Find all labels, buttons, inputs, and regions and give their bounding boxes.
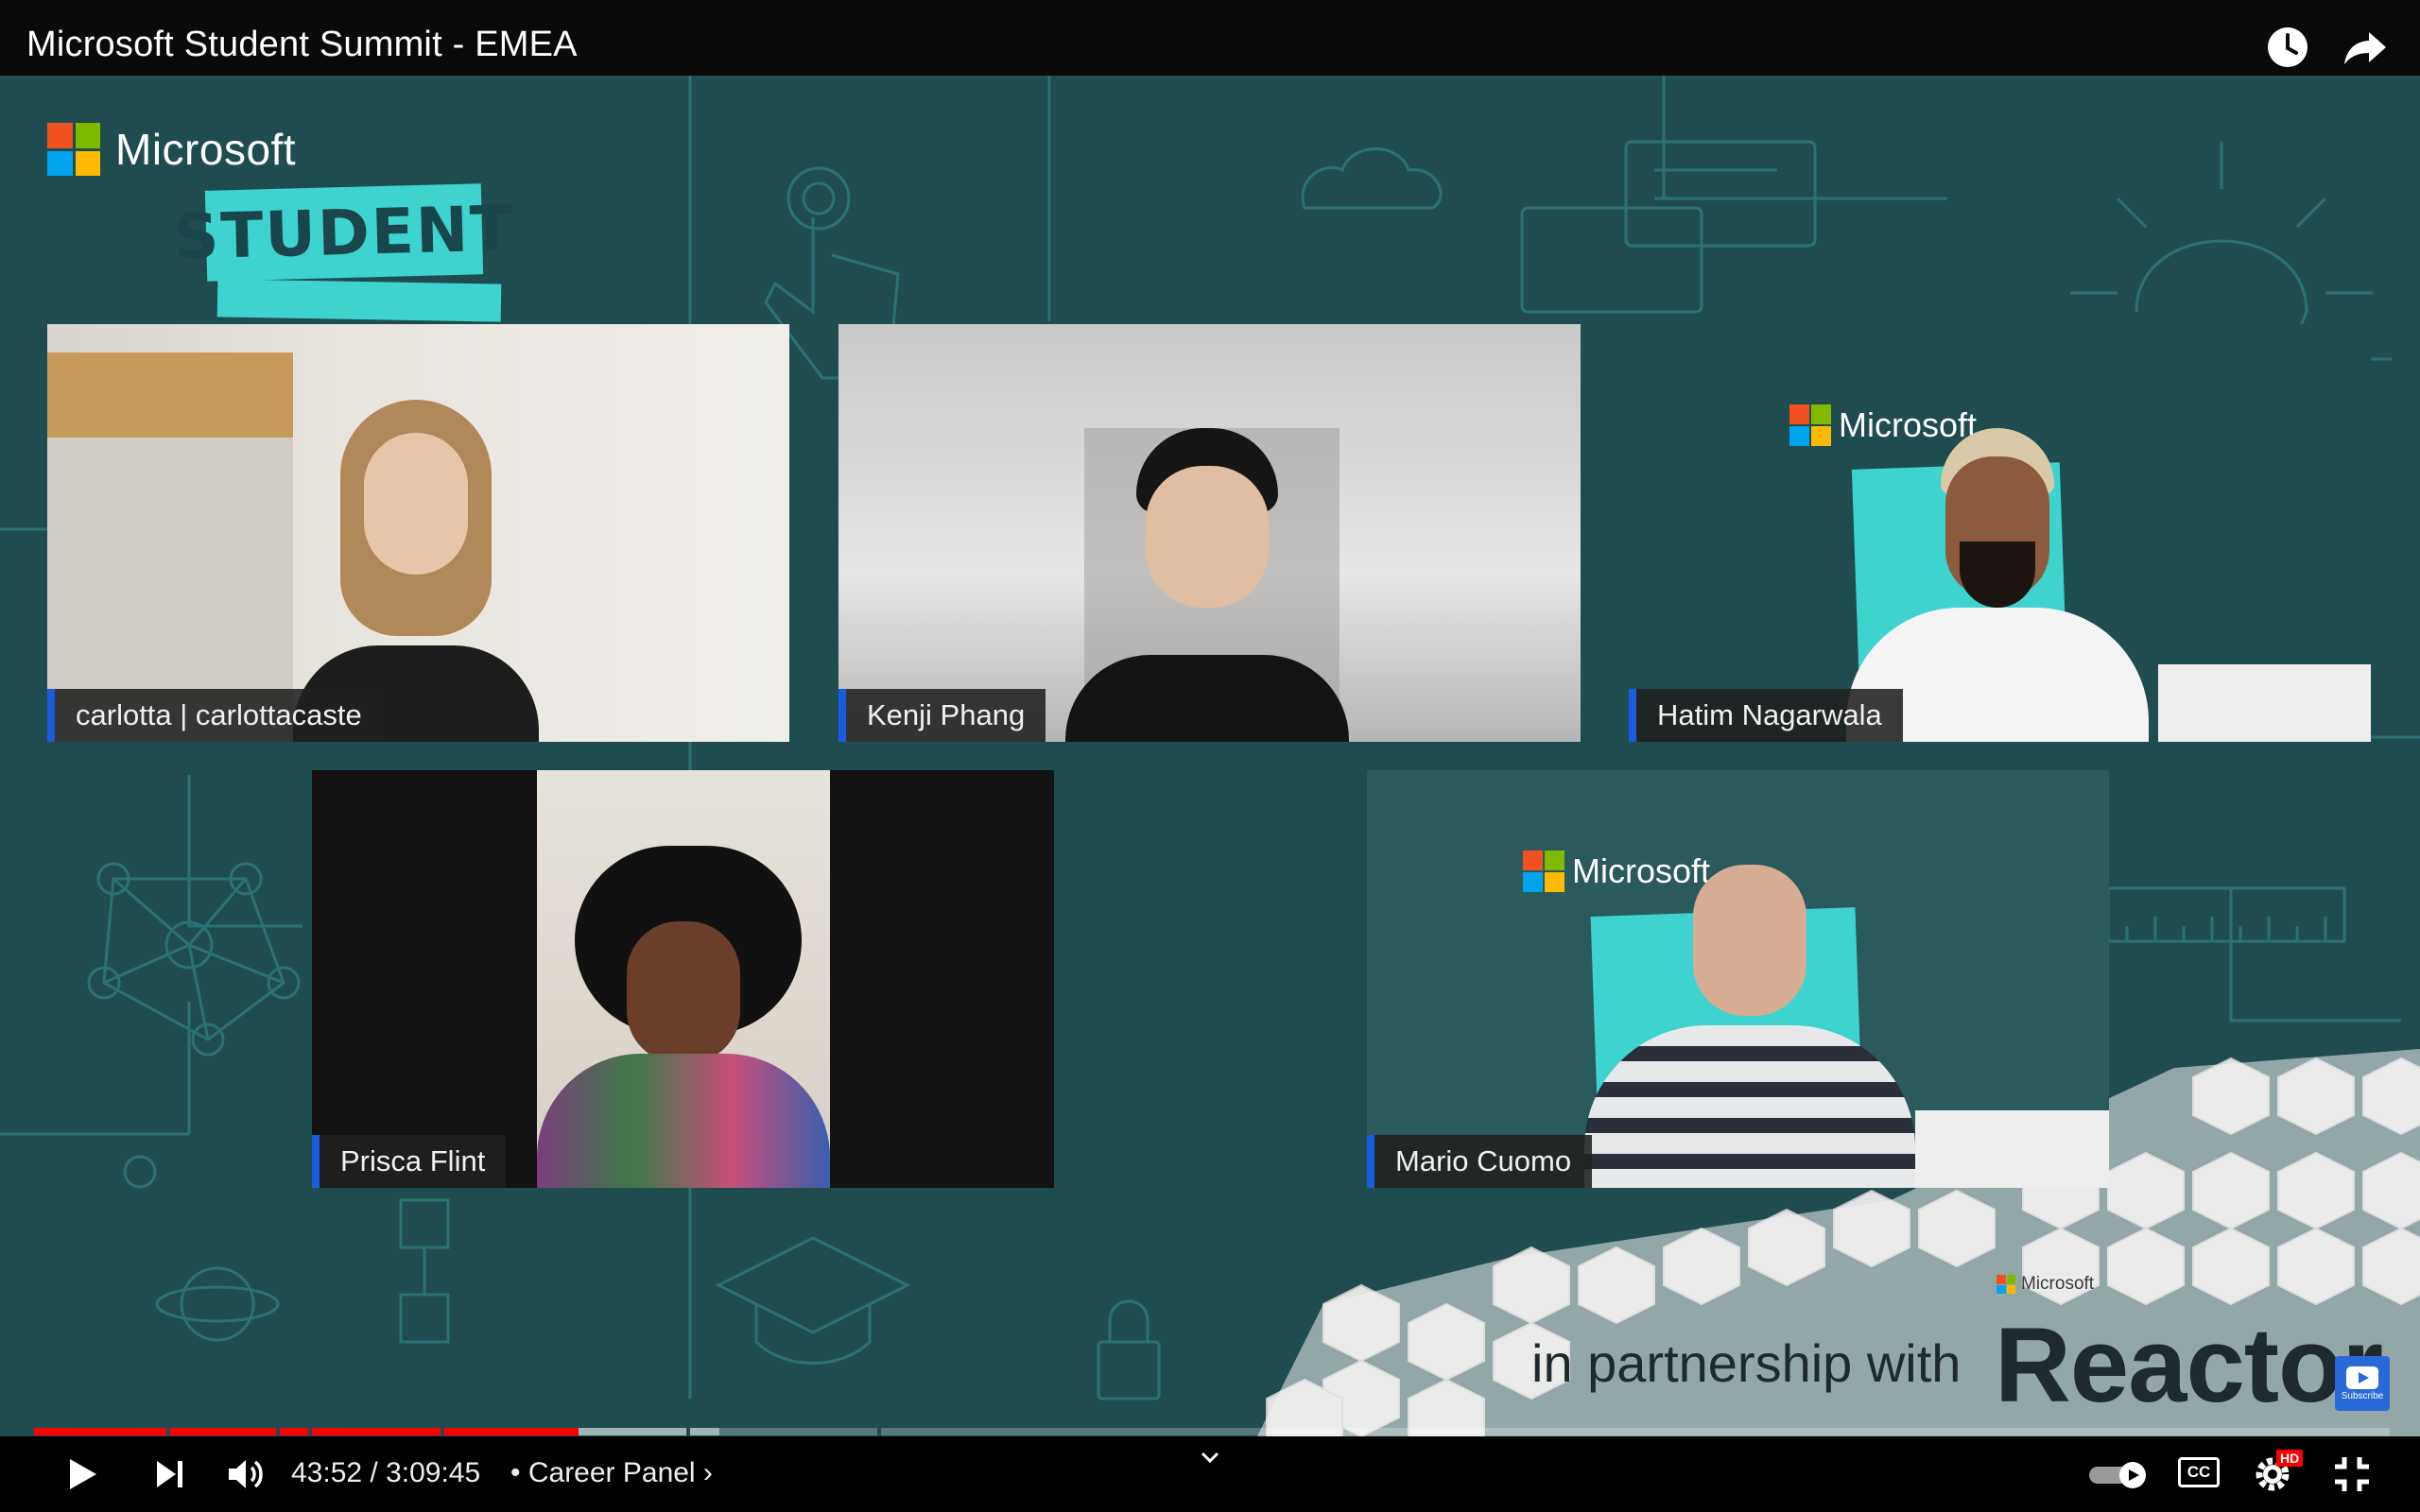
circuit-background-art: [0, 76, 2420, 1436]
player-controls: 43:52 / 3:09:45 • Career Panel › CC HD: [0, 1436, 2420, 1512]
progress-bar[interactable]: [34, 1428, 2390, 1435]
participant-name-label: Hatim Nagarwala: [1629, 689, 1903, 742]
participant-tile-hatim[interactable]: Microsoft Hatim Nagarwala: [1629, 324, 2371, 742]
volume-icon[interactable]: [223, 1452, 268, 1497]
chapter-marker: [441, 1428, 444, 1435]
tile-hexagons: [2158, 664, 2371, 742]
chapter-marker: [276, 1428, 280, 1435]
reactor-microsoft-label: Microsoft: [1996, 1274, 2094, 1295]
chapter-marker: [308, 1428, 312, 1435]
participant-tile-kenji[interactable]: Kenji Phang: [838, 324, 1581, 742]
participant-name-label: Prisca Flint: [312, 1135, 507, 1188]
clock-icon[interactable]: [2263, 23, 2312, 72]
participant-tile-mario[interactable]: Microsoft Mario Cuomo: [1367, 770, 2109, 1188]
shelf-boxes: [47, 352, 293, 438]
chapter-marker: [166, 1428, 170, 1435]
microsoft-logo: Microsoft: [47, 123, 296, 176]
youtube-icon: [2346, 1366, 2378, 1389]
student-summit-badge: STUDENT: [173, 183, 515, 282]
participant-tile-carlotta[interactable]: carlotta | carlottacaste: [47, 324, 789, 742]
play-icon[interactable]: [59, 1452, 104, 1497]
summit-badge-backing: [216, 279, 502, 322]
participant-name-label: Mario Cuomo: [1367, 1135, 1593, 1188]
exit-fullscreen-icon[interactable]: [2329, 1452, 2375, 1497]
participant-name-label: Kenji Phang: [838, 689, 1046, 742]
microsoft-wordmark: Microsoft: [115, 125, 297, 174]
student-badge-text: STUDENT: [172, 191, 516, 274]
partnership-text: in partnership with: [1531, 1333, 1962, 1393]
next-icon[interactable]: [147, 1452, 193, 1497]
tile-hexagons: [1915, 1110, 2109, 1188]
video-title[interactable]: Microsoft Student Summit - EMEA: [26, 25, 578, 65]
participant-silhouette: [1065, 428, 1349, 742]
autoplay-toggle-icon[interactable]: [2089, 1461, 2152, 1489]
video-title-bar: Microsoft Student Summit - EMEA: [0, 0, 2420, 76]
played-bar: [34, 1428, 579, 1435]
captions-button[interactable]: CC: [2178, 1457, 2220, 1487]
chevron-down-icon[interactable]: [1197, 1444, 1223, 1470]
microsoft-squares-icon: [47, 123, 100, 176]
participant-tile-prisca[interactable]: Prisca Flint: [312, 770, 1054, 1188]
share-arrow-icon[interactable]: [2341, 23, 2390, 72]
chapter-title-button[interactable]: • Career Panel ›: [510, 1457, 713, 1489]
camera-feed: [537, 770, 830, 1188]
hd-badge: HD: [2276, 1450, 2304, 1467]
participant-name-label: carlotta | carlottacaste: [47, 689, 383, 742]
participant-silhouette: [1556, 865, 1934, 1188]
reactor-logo: Reactor: [1995, 1306, 2383, 1424]
time-display: 43:52 / 3:09:45: [291, 1457, 481, 1488]
subscribe-watermark[interactable]: Subscribe: [2335, 1356, 2390, 1411]
video-stage[interactable]: Microsoft STUDENT carlotta | carlottacas…: [0, 76, 2420, 1436]
chapter-marker: [686, 1428, 690, 1435]
chapter-marker: [877, 1428, 881, 1435]
